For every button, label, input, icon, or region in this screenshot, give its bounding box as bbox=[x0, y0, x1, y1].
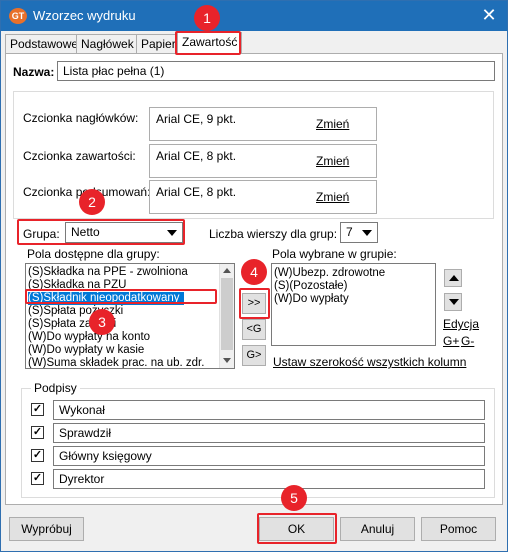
tab-podstawowe[interactable]: Podstawowe bbox=[5, 34, 84, 53]
annotation-badge-1: 1 bbox=[194, 5, 220, 31]
list-item[interactable]: (S)Składka na PPE - zwolniona bbox=[28, 266, 188, 279]
list-item[interactable]: (W)Ubezp. zdrowotne bbox=[274, 267, 385, 280]
signature-field-4[interactable]: Dyrektor bbox=[53, 469, 485, 489]
set-column-width-link[interactable]: Ustaw szerokość wszystkich kolumn bbox=[273, 355, 466, 369]
signature-checkbox-3[interactable]: ✓ bbox=[31, 449, 44, 462]
cancel-button[interactable]: Anuluj bbox=[340, 517, 415, 541]
move-down-button[interactable] bbox=[444, 293, 462, 311]
arrow-up-icon bbox=[449, 275, 459, 281]
summary-font-change-link[interactable]: Zmień bbox=[316, 190, 349, 204]
signature-field-2[interactable]: Sprawdził bbox=[53, 423, 485, 443]
summary-font-box: Arial CE, 8 pkt. Zmień bbox=[149, 180, 377, 214]
rows-per-group-label: Liczba wierszy dla grup: bbox=[209, 227, 338, 241]
content-font-change-link[interactable]: Zmień bbox=[316, 154, 349, 168]
dialog-window: GT Wzorzec wydruku ✕ Podstawowe Nagłówek… bbox=[0, 0, 508, 552]
window-title: Wzorzec wydruku bbox=[33, 8, 136, 23]
selected-fields-label: Pola wybrane w grupie: bbox=[272, 247, 397, 261]
annotation-badge-4: 4 bbox=[241, 259, 267, 285]
title-bar: GT Wzorzec wydruku ✕ bbox=[1, 1, 507, 31]
highlight-box-add bbox=[239, 288, 270, 319]
available-fields-scrollbar[interactable] bbox=[219, 264, 234, 368]
content-font-label: Czcionka zawartości: bbox=[23, 149, 136, 163]
list-item[interactable]: (W)Do wypłaty bbox=[274, 293, 349, 306]
scroll-thumb[interactable] bbox=[221, 278, 233, 350]
move-up-button[interactable] bbox=[444, 269, 462, 287]
remove-field-button[interactable]: <G bbox=[242, 319, 266, 340]
header-font-change-link[interactable]: Zmień bbox=[316, 117, 349, 131]
header-font-label: Czcionka nagłówków: bbox=[23, 111, 139, 125]
content-font-value: Arial CE, 8 pkt. bbox=[156, 149, 237, 163]
rows-per-group-select[interactable]: 7 bbox=[340, 222, 378, 243]
add-group-button[interactable]: G> bbox=[242, 345, 266, 366]
group-minus-link[interactable]: G- bbox=[461, 334, 474, 348]
available-fields-list[interactable]: (S)Składka na PPE - zwolniona (S)Składka… bbox=[25, 263, 235, 369]
signature-field-1[interactable]: Wykonał bbox=[53, 400, 485, 420]
name-input[interactable]: Lista płac pełna (1) bbox=[57, 61, 495, 81]
chevron-down-icon bbox=[362, 230, 372, 236]
close-icon[interactable]: ✕ bbox=[479, 5, 499, 25]
highlight-box-group bbox=[17, 219, 185, 245]
signature-field-3[interactable]: Główny księgowy bbox=[53, 446, 485, 466]
selected-fields-list[interactable]: (W)Ubezp. zdrowotne (S)(Pozostałe) (W)Do… bbox=[271, 263, 436, 346]
tab-papier[interactable]: Papier bbox=[136, 34, 181, 53]
edit-link[interactable]: Edycja bbox=[443, 317, 479, 331]
signature-checkbox-1[interactable]: ✓ bbox=[31, 403, 44, 416]
arrow-down-icon bbox=[449, 299, 459, 305]
rows-per-group-value: 7 bbox=[346, 225, 353, 239]
scroll-down-icon[interactable] bbox=[223, 358, 231, 363]
list-item[interactable]: (W)Do wypłaty na konto bbox=[28, 331, 150, 344]
app-logo-icon: GT bbox=[9, 8, 27, 24]
scroll-up-icon[interactable] bbox=[223, 268, 231, 273]
signature-checkbox-2[interactable]: ✓ bbox=[31, 426, 44, 439]
content-font-box: Arial CE, 8 pkt. Zmień bbox=[149, 144, 377, 178]
summary-font-value: Arial CE, 8 pkt. bbox=[156, 185, 237, 199]
header-font-box: Arial CE, 9 pkt. Zmień bbox=[149, 107, 377, 141]
annotation-badge-3: 3 bbox=[89, 309, 115, 335]
group-plus-link[interactable]: G+ bbox=[443, 334, 459, 348]
try-button[interactable]: Wypróbuj bbox=[9, 517, 84, 541]
list-item[interactable]: (S)(Pozostałe) bbox=[274, 280, 348, 293]
help-button[interactable]: Pomoc bbox=[421, 517, 496, 541]
highlight-box-tab bbox=[175, 31, 241, 55]
signatures-label: Podpisy bbox=[31, 381, 80, 395]
available-fields-label: Pola dostępne dla grupy: bbox=[27, 247, 160, 261]
annotation-badge-2: 2 bbox=[79, 189, 105, 215]
name-label: Nazwa: bbox=[13, 65, 55, 79]
tab-naglowek[interactable]: Nagłówek bbox=[76, 34, 139, 53]
list-item[interactable]: (W)Suma składek prac. na ub. zdr. bbox=[28, 357, 204, 368]
highlight-box-ok bbox=[257, 513, 337, 544]
annotation-badge-5: 5 bbox=[281, 485, 307, 511]
highlight-box-field bbox=[25, 289, 217, 304]
list-item[interactable]: (W)Do wypłaty w kasie bbox=[28, 344, 144, 357]
header-font-value: Arial CE, 9 pkt. bbox=[156, 112, 237, 126]
signature-checkbox-4[interactable]: ✓ bbox=[31, 472, 44, 485]
